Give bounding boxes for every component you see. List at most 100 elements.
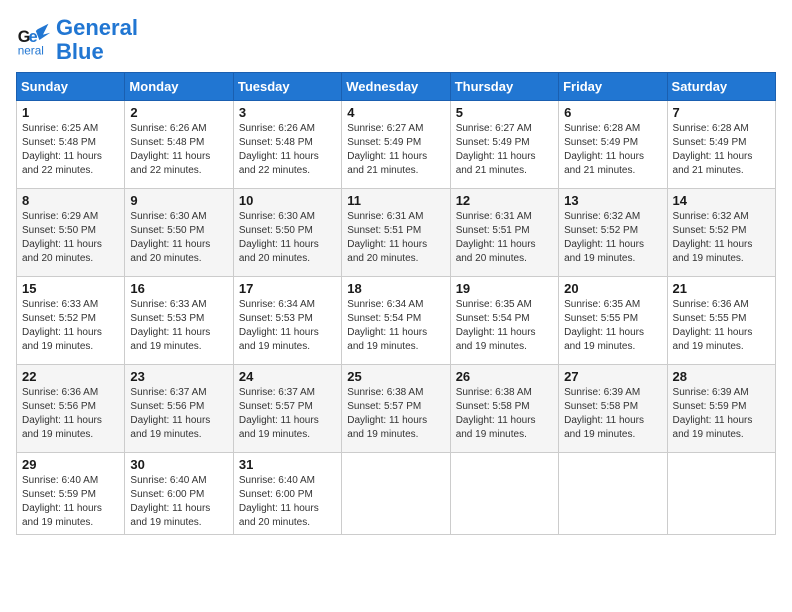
day-cell-8: 8 Sunrise: 6:29 AMSunset: 5:50 PMDaylight…: [17, 189, 125, 277]
day-number: 2: [130, 105, 227, 120]
day-cell-15: 15Sunrise: 6:33 AMSunset: 5:52 PMDayligh…: [17, 277, 125, 365]
day-number: 26: [456, 369, 553, 384]
day-cell-13: 13 Sunrise: 6:32 AMSunset: 5:52 PMDayligh…: [559, 189, 667, 277]
day-info: Sunrise: 6:25 AMSunset: 5:48 PMDaylight:…: [22, 122, 119, 178]
calendar-row-4: 22 Sunrise: 6:36 AMSunset: 5:56 PMDayligh…: [17, 365, 776, 453]
day-cell-4: 4Sunrise: 6:27 AMSunset: 5:49 PMDaylight…: [342, 101, 450, 189]
day-cell-28: 28 Sunrise: 6:39 AMSunset: 5:59 PMDayligh…: [667, 365, 775, 453]
day-info: Sunrise: 6:30 AMSunset: 5:50 PMDaylight:…: [130, 210, 227, 266]
day-cell-9: 9Sunrise: 6:30 AMSunset: 5:50 PMDaylight…: [125, 189, 233, 277]
logo: G e neral General Blue: [16, 16, 138, 64]
day-number: 17: [239, 281, 336, 296]
day-info: Sunrise: 6:37 AMSunset: 5:57 PMDaylight:…: [239, 386, 336, 442]
day-cell-3: 3 Sunrise: 6:26 AMSunset: 5:48 PMDaylight…: [233, 101, 341, 189]
day-cell-30: 30 Sunrise: 6:40 AMSunset: 6:00 PMDayligh…: [125, 453, 233, 535]
day-info: Sunrise: 6:28 AMSunset: 5:49 PMDaylight:…: [673, 122, 770, 178]
day-cell-26: 26 Sunrise: 6:38 AMSunset: 5:58 PMDayligh…: [450, 365, 558, 453]
calendar-table: SundayMondayTuesdayWednesdayThursdayFrid…: [16, 72, 776, 535]
day-info: Sunrise: 6:40 AMSunset: 5:59 PMDaylight:…: [22, 474, 119, 530]
day-number: 29: [22, 457, 119, 472]
calendar-row-1: 1 Sunrise: 6:25 AMSunset: 5:48 PMDaylight…: [17, 101, 776, 189]
day-cell-29: 29 Sunrise: 6:40 AMSunset: 5:59 PMDayligh…: [17, 453, 125, 535]
day-number: 7: [673, 105, 770, 120]
day-number: 6: [564, 105, 661, 120]
day-cell-17: 17Sunrise: 6:34 AMSunset: 5:53 PMDayligh…: [233, 277, 341, 365]
day-number: 4: [347, 105, 444, 120]
header-wednesday: Wednesday: [342, 73, 450, 101]
empty-cell: [342, 453, 450, 535]
day-cell-1: 1 Sunrise: 6:25 AMSunset: 5:48 PMDaylight…: [17, 101, 125, 189]
day-cell-2: 2 Sunrise: 6:26 AMSunset: 5:48 PMDaylight…: [125, 101, 233, 189]
day-cell-23: 23 Sunrise: 6:37 AMSunset: 5:56 PMDayligh…: [125, 365, 233, 453]
day-number: 19: [456, 281, 553, 296]
calendar-row-3: 15Sunrise: 6:33 AMSunset: 5:52 PMDayligh…: [17, 277, 776, 365]
day-info: Sunrise: 6:26 AMSunset: 5:48 PMDaylight:…: [130, 122, 227, 178]
day-number: 20: [564, 281, 661, 296]
day-cell-25: 25 Sunrise: 6:38 AMSunset: 5:57 PMDayligh…: [342, 365, 450, 453]
day-info: Sunrise: 6:36 AMSunset: 5:55 PMDaylight:…: [673, 298, 770, 354]
day-info: Sunrise: 6:32 AMSunset: 5:52 PMDaylight:…: [673, 210, 770, 266]
day-number: 24: [239, 369, 336, 384]
day-info: Sunrise: 6:31 AMSunset: 5:51 PMDaylight:…: [456, 210, 553, 266]
empty-cell: [450, 453, 558, 535]
day-info: Sunrise: 6:32 AMSunset: 5:52 PMDaylight:…: [564, 210, 661, 266]
day-number: 25: [347, 369, 444, 384]
day-cell-16: 16Sunrise: 6:33 AMSunset: 5:53 PMDayligh…: [125, 277, 233, 365]
calendar-row-2: 8 Sunrise: 6:29 AMSunset: 5:50 PMDaylight…: [17, 189, 776, 277]
day-info: Sunrise: 6:39 AMSunset: 5:58 PMDaylight:…: [564, 386, 661, 442]
day-cell-20: 20 Sunrise: 6:35 AMSunset: 5:55 PMDayligh…: [559, 277, 667, 365]
day-info: Sunrise: 6:40 AMSunset: 6:00 PMDaylight:…: [239, 474, 336, 530]
day-info: Sunrise: 6:39 AMSunset: 5:59 PMDaylight:…: [673, 386, 770, 442]
day-info: Sunrise: 6:26 AMSunset: 5:48 PMDaylight:…: [239, 122, 336, 178]
day-number: 27: [564, 369, 661, 384]
day-cell-7: 7 Sunrise: 6:28 AMSunset: 5:49 PMDaylight…: [667, 101, 775, 189]
logo-text: General: [56, 16, 138, 40]
day-cell-27: 27 Sunrise: 6:39 AMSunset: 5:58 PMDayligh…: [559, 365, 667, 453]
header-sunday: Sunday: [17, 73, 125, 101]
day-number: 3: [239, 105, 336, 120]
calendar-header-row: SundayMondayTuesdayWednesdayThursdayFrid…: [17, 73, 776, 101]
day-number: 10: [239, 193, 336, 208]
day-number: 23: [130, 369, 227, 384]
day-number: 31: [239, 457, 336, 472]
header-tuesday: Tuesday: [233, 73, 341, 101]
day-info: Sunrise: 6:40 AMSunset: 6:00 PMDaylight:…: [130, 474, 227, 530]
day-info: Sunrise: 6:38 AMSunset: 5:57 PMDaylight:…: [347, 386, 444, 442]
day-cell-24: 24 Sunrise: 6:37 AMSunset: 5:57 PMDayligh…: [233, 365, 341, 453]
day-info: Sunrise: 6:29 AMSunset: 5:50 PMDaylight:…: [22, 210, 119, 266]
day-info: Sunrise: 6:27 AMSunset: 5:49 PMDaylight:…: [456, 122, 553, 178]
day-info: Sunrise: 6:28 AMSunset: 5:49 PMDaylight:…: [564, 122, 661, 178]
page-header: G e neral General Blue: [16, 16, 776, 64]
day-info: Sunrise: 6:36 AMSunset: 5:56 PMDaylight:…: [22, 386, 119, 442]
day-number: 18: [347, 281, 444, 296]
day-number: 13: [564, 193, 661, 208]
empty-cell: [667, 453, 775, 535]
day-number: 28: [673, 369, 770, 384]
calendar-row-5: 29 Sunrise: 6:40 AMSunset: 5:59 PMDayligh…: [17, 453, 776, 535]
day-number: 21: [673, 281, 770, 296]
day-cell-18: 18Sunrise: 6:34 AMSunset: 5:54 PMDayligh…: [342, 277, 450, 365]
day-number: 14: [673, 193, 770, 208]
day-number: 8: [22, 193, 119, 208]
day-info: Sunrise: 6:30 AMSunset: 5:50 PMDaylight:…: [239, 210, 336, 266]
day-number: 1: [22, 105, 119, 120]
day-number: 30: [130, 457, 227, 472]
day-cell-21: 21 Sunrise: 6:36 AMSunset: 5:55 PMDayligh…: [667, 277, 775, 365]
empty-cell: [559, 453, 667, 535]
day-number: 22: [22, 369, 119, 384]
day-info: Sunrise: 6:38 AMSunset: 5:58 PMDaylight:…: [456, 386, 553, 442]
day-cell-12: 12Sunrise: 6:31 AMSunset: 5:51 PMDayligh…: [450, 189, 558, 277]
day-number: 15: [22, 281, 119, 296]
svg-text:e: e: [29, 28, 38, 46]
day-cell-22: 22 Sunrise: 6:36 AMSunset: 5:56 PMDayligh…: [17, 365, 125, 453]
logo-subtext: Blue: [56, 40, 138, 64]
day-info: Sunrise: 6:31 AMSunset: 5:51 PMDaylight:…: [347, 210, 444, 266]
day-info: Sunrise: 6:37 AMSunset: 5:56 PMDaylight:…: [130, 386, 227, 442]
day-number: 11: [347, 193, 444, 208]
day-info: Sunrise: 6:35 AMSunset: 5:55 PMDaylight:…: [564, 298, 661, 354]
day-cell-11: 11 Sunrise: 6:31 AMSunset: 5:51 PMDayligh…: [342, 189, 450, 277]
header-monday: Monday: [125, 73, 233, 101]
day-cell-14: 14 Sunrise: 6:32 AMSunset: 5:52 PMDayligh…: [667, 189, 775, 277]
day-cell-31: 31 Sunrise: 6:40 AMSunset: 6:00 PMDayligh…: [233, 453, 341, 535]
day-cell-19: 19Sunrise: 6:35 AMSunset: 5:54 PMDayligh…: [450, 277, 558, 365]
